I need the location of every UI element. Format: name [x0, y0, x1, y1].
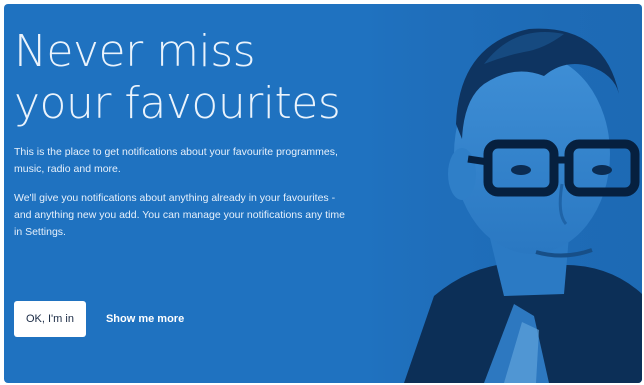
promo-title-line-1: Never miss: [14, 26, 256, 77]
presenter-portrait: [364, 4, 642, 383]
promo-description: This is the place to get notifications a…: [14, 146, 338, 175]
promo-details: We'll give you notifications about anyth…: [14, 192, 345, 238]
screenshot-frame: Never miss your favourites This is the p…: [0, 0, 644, 385]
promo-title-line-2: your favourites: [14, 78, 341, 129]
promo-copy: Never miss your favourites This is the p…: [14, 26, 354, 241]
promo-title: Never miss your favourites: [14, 26, 354, 130]
promo-actions: OK, I'm in Show me more: [14, 301, 184, 337]
show-more-link[interactable]: Show me more: [106, 313, 184, 325]
notifications-promo-panel: Never miss your favourites This is the p…: [4, 4, 642, 383]
accept-notifications-button[interactable]: OK, I'm in: [14, 301, 86, 337]
